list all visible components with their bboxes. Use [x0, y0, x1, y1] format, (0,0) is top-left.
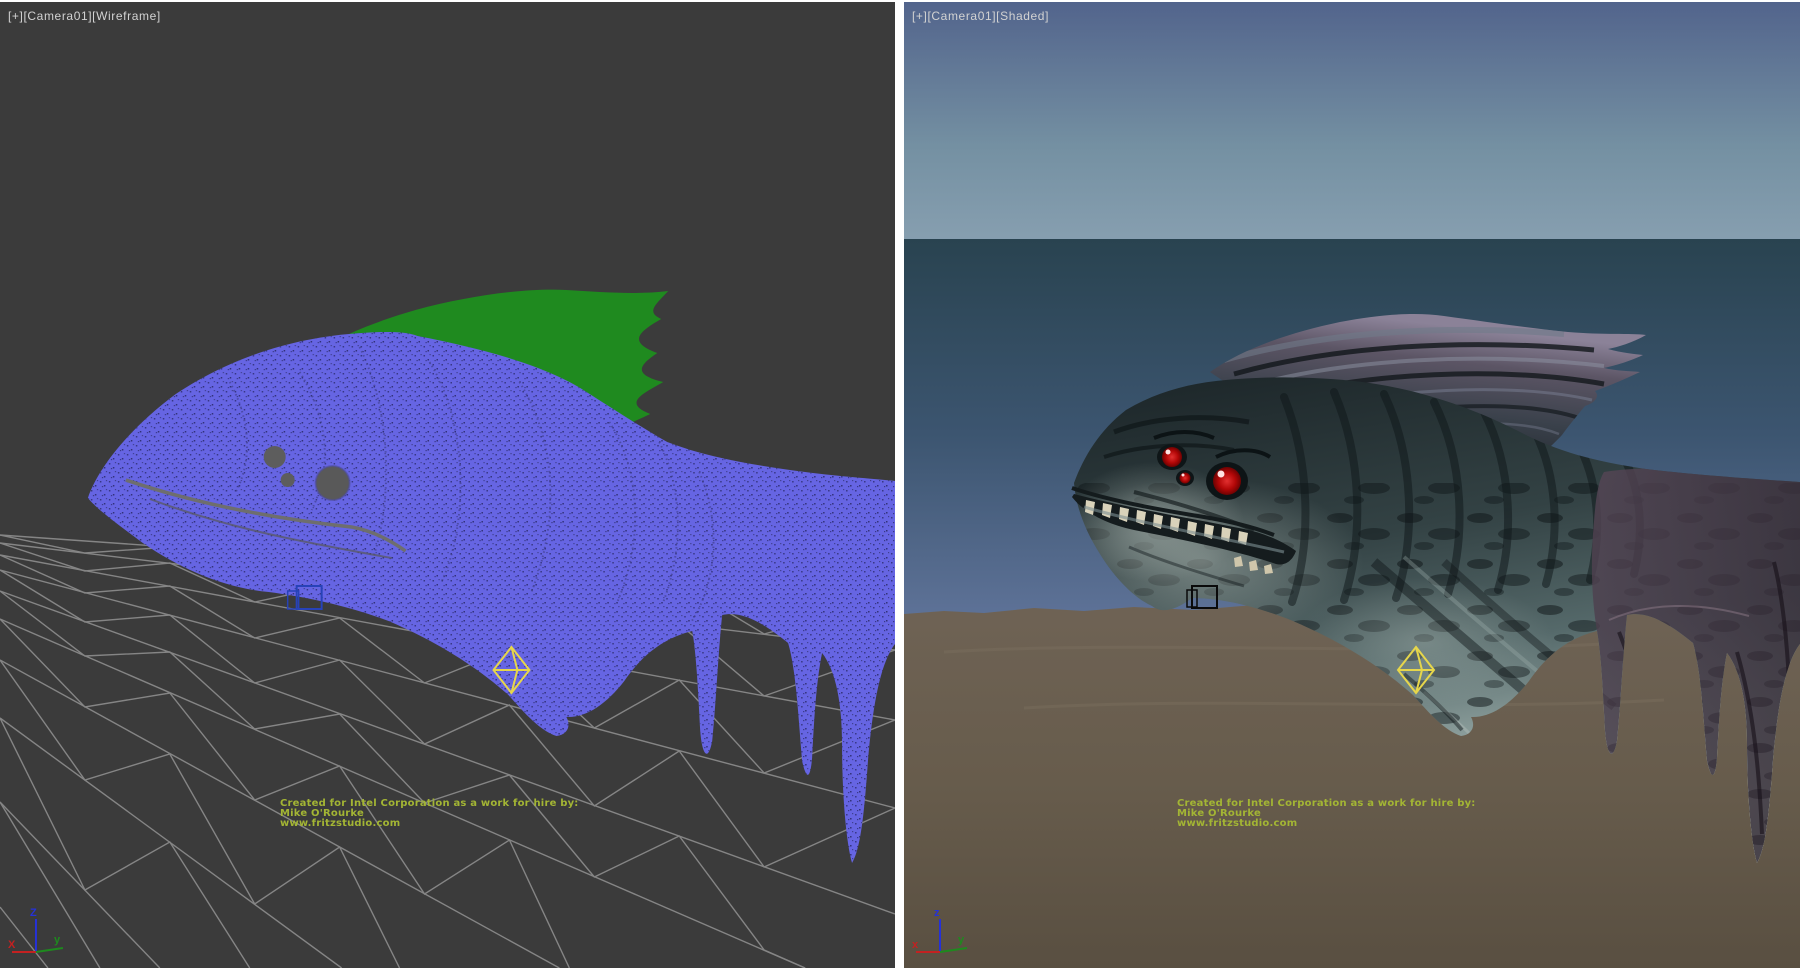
- axis-y-label: y: [54, 934, 61, 946]
- axis-x-label: x: [912, 939, 919, 951]
- watermark-line: www.fritzstudio.com: [1177, 819, 1476, 829]
- axis-x-label: X: [8, 939, 16, 951]
- split-viewport-stage: Z X y [+][Camera01][Wireframe] Created f…: [0, 0, 1800, 978]
- viewport-label-menu[interactable]: [+][Camera01][Shaded]: [912, 9, 1049, 23]
- axis-z-label: Z: [30, 907, 37, 919]
- viewport-wireframe[interactable]: Z X y [+][Camera01][Wireframe] Created f…: [0, 2, 895, 968]
- axis-z-label: z: [934, 907, 940, 919]
- watermark-text: Created for Intel Corporation as a work …: [1177, 799, 1476, 829]
- axis-y-label: y: [958, 934, 965, 946]
- sky: [904, 2, 1800, 242]
- viewport-shaded[interactable]: z x y [+][Camera01][Shaded] Created for …: [904, 2, 1800, 968]
- watermark-text: Created for Intel Corporation as a work …: [280, 799, 579, 829]
- viewport-divider[interactable]: [895, 0, 904, 978]
- ground-plane: [904, 596, 1800, 968]
- viewport-label-menu[interactable]: [+][Camera01][Wireframe]: [8, 9, 161, 23]
- watermark-line: www.fritzstudio.com: [280, 819, 579, 829]
